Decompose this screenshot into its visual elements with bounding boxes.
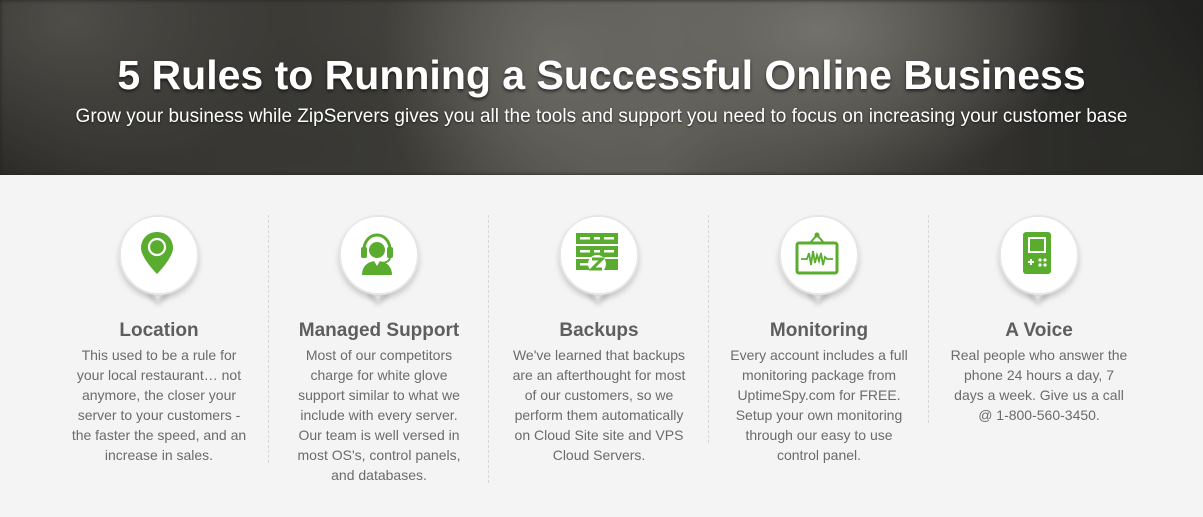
- feature-title: Monitoring: [769, 320, 869, 341]
- location-pin-icon: [141, 232, 173, 274]
- feature-badge: [999, 215, 1079, 303]
- feature-description: This used to be a rule for your local re…: [71, 347, 247, 463]
- feature-backups: Backups We've learned that backups are a…: [489, 215, 709, 465]
- feature-a-voice: A Voice Real people who answer the phone…: [929, 215, 1149, 425]
- hero-title: 5 Rules to Running a Successful Online B…: [117, 52, 1086, 98]
- feature-managed-support: Managed Support Most of our competitors …: [269, 215, 489, 485]
- feature-description: Real people who answer the phone 24 hour…: [950, 347, 1128, 423]
- hero-banner: 5 Rules to Running a Successful Online B…: [0, 0, 1203, 175]
- feature-description: Every account includes a full monitoring…: [730, 347, 908, 463]
- feature-title: Location: [119, 320, 199, 341]
- feature-badge: [559, 215, 639, 303]
- phone-device-icon: [1023, 232, 1051, 274]
- feature-badge: [119, 215, 199, 303]
- server-backup-icon: [576, 233, 618, 273]
- feature-monitoring: Monitoring Every account includes a full…: [709, 215, 929, 465]
- feature-location: Location This used to be a rule for your…: [49, 215, 269, 465]
- feature-badge: [339, 215, 419, 303]
- feature-title: A Voice: [1005, 320, 1073, 341]
- feature-description: We've learned that backups are an aftert…: [512, 347, 686, 463]
- feature-title: Managed Support: [298, 320, 460, 341]
- feature-description: Most of our competitors charge for white…: [297, 347, 461, 483]
- headset-support-icon: [361, 233, 393, 275]
- hero-subtitle: Grow your business while ZipServers give…: [75, 106, 1128, 127]
- feature-title: Backups: [559, 320, 639, 341]
- monitor-heartbeat-icon: [795, 232, 839, 275]
- features-section: Location This used to be a rule for your…: [0, 175, 1203, 517]
- feature-badge: [779, 215, 859, 303]
